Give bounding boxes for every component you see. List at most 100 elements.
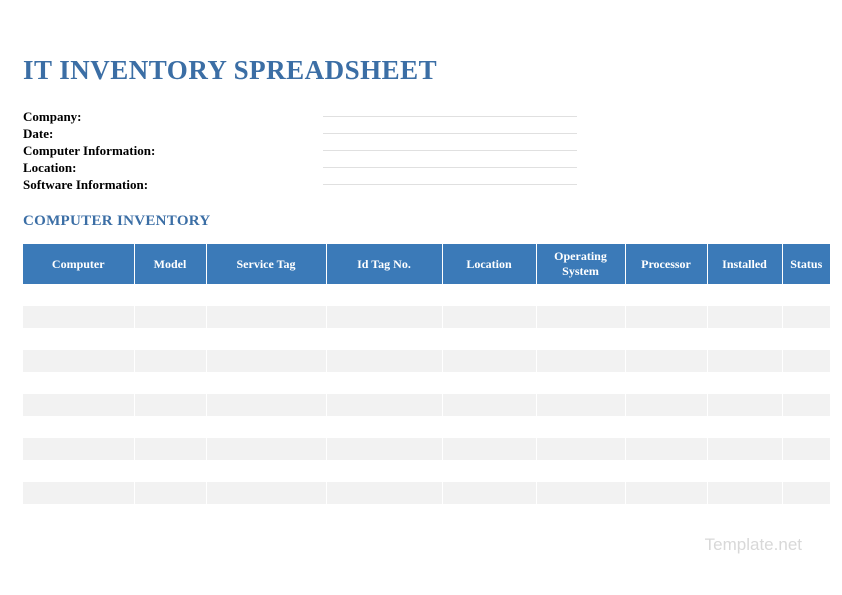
table-cell-service_tag	[206, 482, 326, 504]
table-cell-computer	[23, 460, 134, 482]
table-cell-os	[536, 350, 625, 372]
table-cell-computer	[23, 394, 134, 416]
table-cell-service_tag	[206, 350, 326, 372]
table-cell-service_tag	[206, 284, 326, 306]
table-cell-os	[536, 482, 625, 504]
table-cell-status	[782, 284, 830, 306]
info-row-date: Date:	[23, 125, 824, 142]
page-title: IT INVENTORY SPREADSHEET	[23, 55, 824, 86]
table-cell-location	[442, 416, 536, 438]
info-row-company: Company:	[23, 108, 824, 125]
table-cell-location	[442, 328, 536, 350]
header-location: Location	[442, 244, 536, 284]
location-label: Location:	[23, 160, 323, 176]
table-cell-installed	[707, 438, 782, 460]
table-cell-location	[442, 482, 536, 504]
date-field-line	[323, 133, 577, 134]
table-cell-installed	[707, 482, 782, 504]
table-cell-installed	[707, 328, 782, 350]
table-row	[23, 284, 830, 306]
table-cell-status	[782, 438, 830, 460]
table-header-row: Computer Model Service Tag Id Tag No. Lo…	[23, 244, 830, 284]
table-cell-location	[442, 460, 536, 482]
table-cell-model	[134, 328, 206, 350]
table-cell-installed	[707, 504, 782, 526]
info-row-computer-info: Computer Information:	[23, 142, 824, 159]
table-cell-installed	[707, 394, 782, 416]
table-row	[23, 350, 830, 372]
table-cell-processor	[625, 460, 707, 482]
table-cell-status	[782, 394, 830, 416]
header-processor: Processor	[625, 244, 707, 284]
table-cell-model	[134, 394, 206, 416]
table-cell-location	[442, 284, 536, 306]
table-cell-os	[536, 372, 625, 394]
table-cell-id_tag	[326, 438, 442, 460]
table-cell-id_tag	[326, 460, 442, 482]
table-row	[23, 416, 830, 438]
table-cell-status	[782, 460, 830, 482]
table-cell-installed	[707, 416, 782, 438]
table-cell-processor	[625, 372, 707, 394]
table-cell-status	[782, 372, 830, 394]
table-cell-status	[782, 350, 830, 372]
section-heading: COMPUTER INVENTORY	[23, 213, 824, 230]
table-row	[23, 306, 830, 328]
table-cell-id_tag	[326, 328, 442, 350]
table-cell-os	[536, 438, 625, 460]
table-cell-processor	[625, 504, 707, 526]
table-row	[23, 394, 830, 416]
info-row-software-info: Software Information:	[23, 176, 824, 193]
table-cell-processor	[625, 482, 707, 504]
table-cell-service_tag	[206, 504, 326, 526]
table-cell-computer	[23, 504, 134, 526]
table-cell-computer	[23, 306, 134, 328]
table-cell-location	[442, 372, 536, 394]
table-cell-computer	[23, 482, 134, 504]
header-installed: Installed	[707, 244, 782, 284]
table-cell-location	[442, 504, 536, 526]
software-info-label: Software Information:	[23, 177, 323, 193]
table-cell-service_tag	[206, 328, 326, 350]
table-row	[23, 482, 830, 504]
table-cell-status	[782, 306, 830, 328]
table-row	[23, 460, 830, 482]
table-cell-service_tag	[206, 372, 326, 394]
table-cell-processor	[625, 438, 707, 460]
watermark: Template.net	[705, 535, 802, 555]
header-model: Model	[134, 244, 206, 284]
date-label: Date:	[23, 126, 323, 142]
table-cell-status	[782, 482, 830, 504]
table-row	[23, 504, 830, 526]
header-computer: Computer	[23, 244, 134, 284]
table-cell-os	[536, 416, 625, 438]
table-cell-status	[782, 416, 830, 438]
table-cell-location	[442, 350, 536, 372]
table-cell-id_tag	[326, 416, 442, 438]
table-cell-os	[536, 394, 625, 416]
computer-info-field-line	[323, 150, 577, 151]
table-cell-computer	[23, 328, 134, 350]
table-cell-os	[536, 284, 625, 306]
header-os: Operating System	[536, 244, 625, 284]
table-row	[23, 438, 830, 460]
table-cell-installed	[707, 306, 782, 328]
company-label: Company:	[23, 109, 323, 125]
table-cell-processor	[625, 284, 707, 306]
table-cell-os	[536, 504, 625, 526]
table-row	[23, 372, 830, 394]
table-cell-computer	[23, 438, 134, 460]
company-field-line	[323, 116, 577, 117]
table-cell-id_tag	[326, 284, 442, 306]
table-cell-model	[134, 438, 206, 460]
info-section: Company: Date: Computer Information: Loc…	[23, 108, 824, 193]
computer-info-label: Computer Information:	[23, 143, 323, 159]
table-cell-id_tag	[326, 306, 442, 328]
table-cell-model	[134, 306, 206, 328]
table-cell-id_tag	[326, 350, 442, 372]
table-cell-computer	[23, 372, 134, 394]
table-cell-os	[536, 328, 625, 350]
table-cell-service_tag	[206, 438, 326, 460]
table-cell-model	[134, 504, 206, 526]
header-id-tag: Id Tag No.	[326, 244, 442, 284]
